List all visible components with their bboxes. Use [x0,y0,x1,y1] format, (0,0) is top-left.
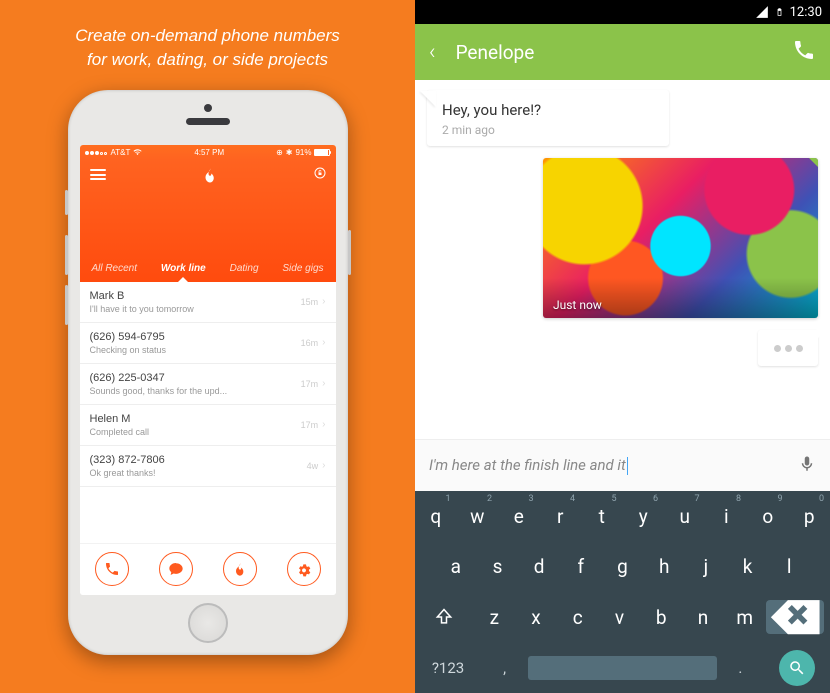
key-m[interactable]: m [724,592,766,643]
contact-name: Penelope [456,41,772,64]
key-n[interactable]: n [682,592,724,643]
key-i[interactable]: i8 [706,491,748,542]
key-a[interactable]: a [435,542,477,593]
conversation-list: Mark BI'll have it to you tomorrow15m› (… [80,282,336,487]
compose-bar: I'm here at the finish line and it [415,439,830,491]
symbols-key[interactable]: ?123 [415,643,481,693]
back-button[interactable]: ‹ [429,40,436,65]
key-p[interactable]: p0 [789,491,830,542]
tab-side-gigs[interactable]: Side gigs [282,263,323,274]
key-o[interactable]: o9 [747,491,789,542]
key-u[interactable]: u7 [664,491,706,542]
outgoing-image-message[interactable]: Just now [543,158,818,318]
key-k[interactable]: k [727,542,769,593]
status-time: 12:30 [790,5,822,20]
tagline: Create on-demand phone numbers for work,… [0,0,415,90]
key-q[interactable]: q1 [415,491,457,542]
chevron-right-icon: › [322,378,325,389]
conversation-row[interactable]: Helen MCompleted call17m› [80,405,336,446]
ios-status-bar: AT&T 4:57 PM ⊕✱ 91% [80,145,336,160]
key-c[interactable]: c [557,592,599,643]
line-tabs: All Recent Work line Dating Side gigs [80,263,336,282]
typing-indicator [758,330,818,366]
conversation-row[interactable]: (323) 872-7806Ok great thanks!4w› [80,446,336,487]
call-button[interactable] [792,38,816,66]
bottom-toolbar [80,543,336,595]
keyboard: q1w2e3r4t5y6u7i8o9p0 asdfghjkl zxcvbnm ?… [415,491,830,693]
chevron-right-icon: › [322,337,325,348]
key-y[interactable]: y6 [623,491,665,542]
home-button[interactable] [188,603,228,643]
battery-icon [775,5,784,19]
signal-icon [755,5,769,19]
key-j[interactable]: j [685,542,727,593]
android-status-bar: 12:30 [415,0,830,24]
key-e[interactable]: e3 [498,491,540,542]
chevron-right-icon: › [322,296,325,307]
tab-all-recent[interactable]: All Recent [91,263,137,274]
key-r[interactable]: r4 [540,491,582,542]
key-z[interactable]: z [473,592,515,643]
key-s[interactable]: s [477,542,519,593]
key-b[interactable]: b [640,592,682,643]
iphone-screen: AT&T 4:57 PM ⊕✱ 91% [80,145,336,595]
wifi-icon [133,149,142,156]
chat-body[interactable]: Hey, you here!? 2 min ago Just now [415,80,830,439]
key-h[interactable]: h [643,542,685,593]
key-d[interactable]: d [518,542,560,593]
comma-key[interactable]: , [481,643,528,693]
key-x[interactable]: x [515,592,557,643]
battery-icon [314,149,330,156]
chevron-right-icon: › [322,419,325,430]
key-g[interactable]: g [602,542,644,593]
app-header: All Recent Work line Dating Side gigs [80,160,336,282]
signal-dots-icon [85,148,108,157]
conversation-row[interactable]: (626) 225-0347Sounds good, thanks for th… [80,364,336,405]
key-l[interactable]: l [768,542,810,593]
search-key[interactable] [764,643,830,693]
conversation-row[interactable]: (626) 594-6795Checking on status16m› [80,323,336,364]
key-w[interactable]: w2 [457,491,499,542]
tab-dating[interactable]: Dating [230,263,259,274]
dialer-button[interactable] [95,552,129,586]
promo-panel: Create on-demand phone numbers for work,… [0,0,415,693]
key-f[interactable]: f [560,542,602,593]
menu-icon[interactable] [90,167,106,183]
settings-button[interactable] [287,552,321,586]
period-key[interactable]: . [717,643,764,693]
chevron-right-icon: › [322,460,325,471]
conversation-row[interactable]: Mark BI'll have it to you tomorrow15m› [80,282,336,323]
mic-icon[interactable] [798,453,816,479]
lock-icon[interactable] [314,167,326,182]
incoming-message[interactable]: Hey, you here!? 2 min ago [427,90,669,146]
tab-work-line[interactable]: Work line [161,263,206,274]
chat-header: ‹ Penelope [415,24,830,80]
key-v[interactable]: v [599,592,641,643]
shift-key[interactable] [415,592,473,643]
app-logo-icon [201,166,219,184]
android-panel: 12:30 ‹ Penelope Hey, you here!? 2 min a… [415,0,830,693]
status-time: 4:57 PM [194,148,224,157]
backspace-key[interactable] [766,600,824,634]
iphone-frame: AT&T 4:57 PM ⊕✱ 91% [68,90,348,655]
key-t[interactable]: t5 [581,491,623,542]
burner-button[interactable] [223,552,257,586]
messages-button[interactable] [159,552,193,586]
message-input[interactable]: I'm here at the finish line and it [429,456,798,475]
space-key[interactable] [528,643,717,693]
